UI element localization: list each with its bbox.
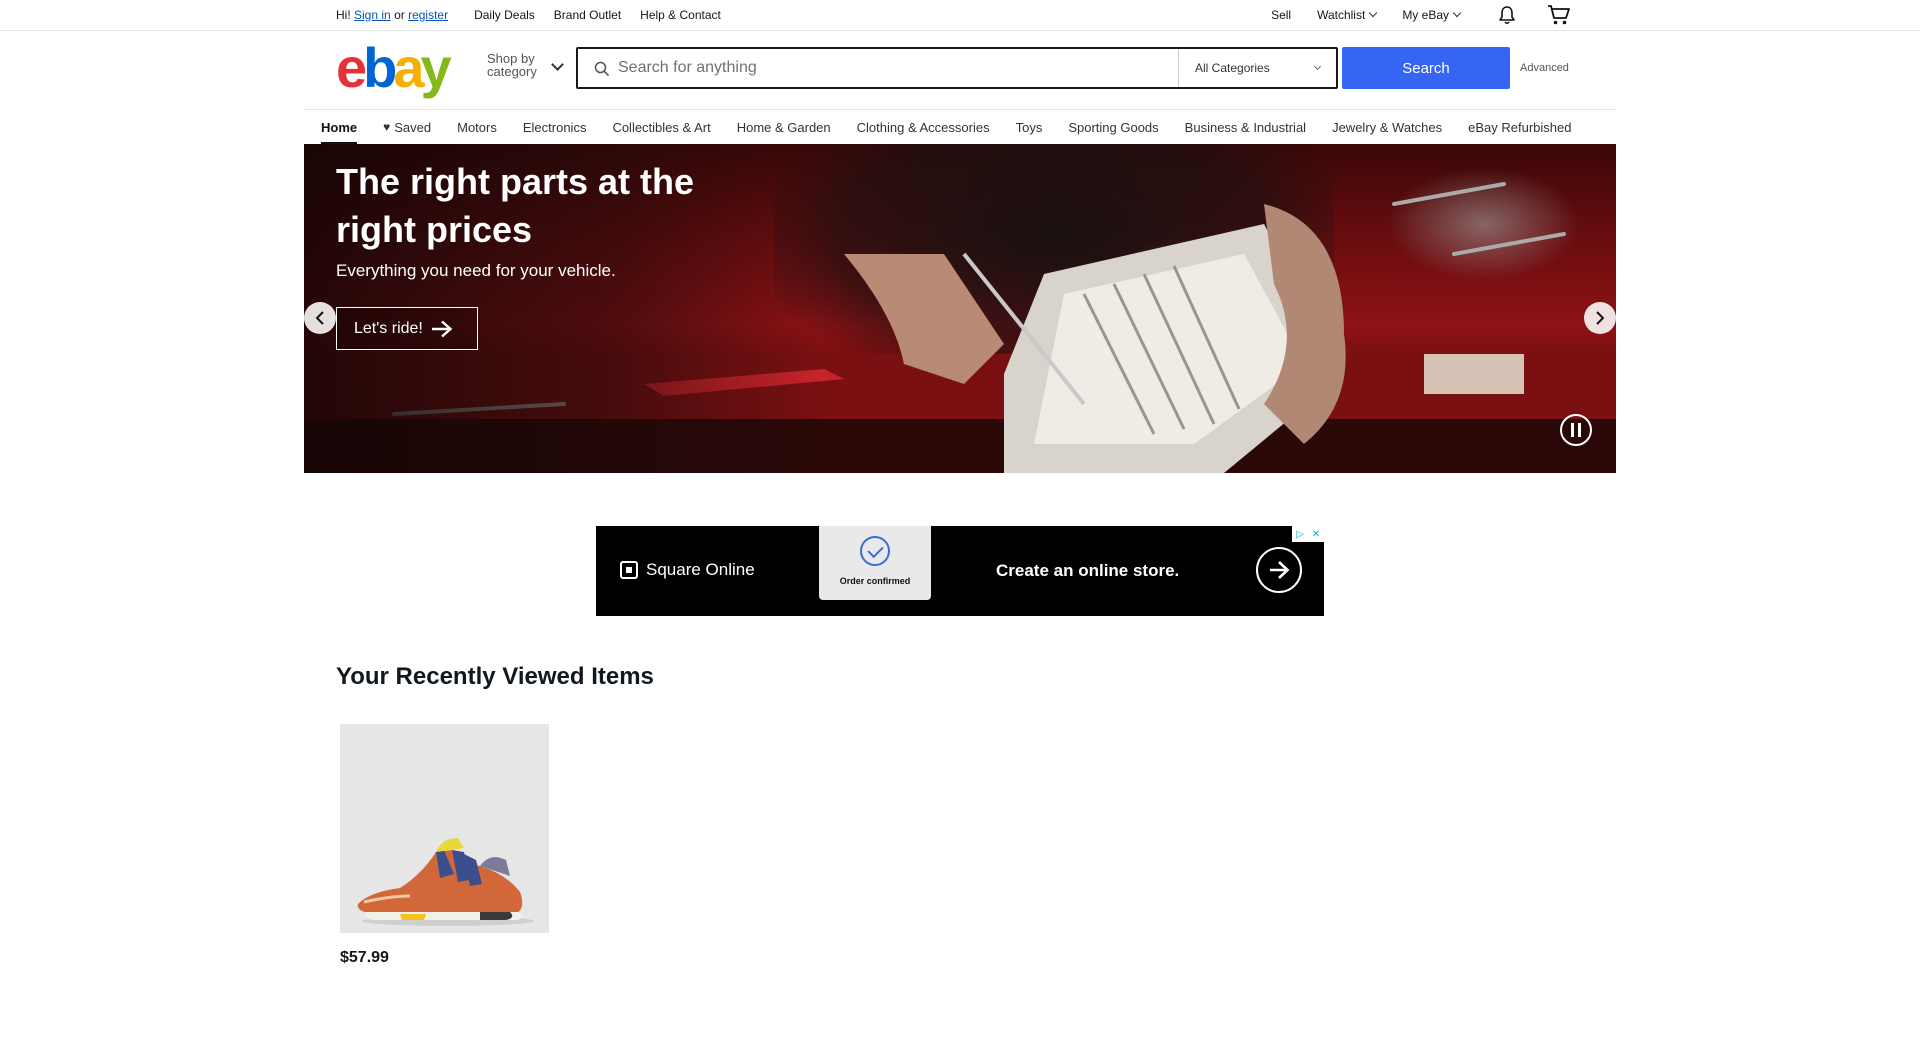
pause-icon-bar [1571,423,1574,437]
greeting-text: Hi! [336,8,351,22]
top-utility-right: Sell Watchlist My eBay [1245,2,1572,28]
top-utility-left: Hi! Sign in or register Daily Deals Bran… [336,8,721,22]
nav-item-motors[interactable]: Motors [457,110,497,144]
category-select-value: All Categories [1195,61,1270,75]
carousel-prev-button[interactable] [304,302,336,334]
carousel-pause-button[interactable] [1560,414,1592,446]
heart-icon: ♥ [383,120,391,134]
nav-item-business-industrial[interactable]: Business & Industrial [1185,110,1306,144]
square-logo-icon [620,561,638,579]
recently-viewed-item[interactable]: $57.99 [340,724,549,967]
nav-item-clothing-accessories[interactable]: Clothing & Accessories [857,110,990,144]
brand-outlet-link[interactable]: Brand Outlet [554,8,621,22]
ad-arrow-button[interactable] [1256,547,1302,593]
my-ebay-menu[interactable]: My eBay [1402,8,1462,22]
cart-icon [1548,5,1570,25]
nav-item-electronics[interactable]: Electronics [523,110,587,144]
pause-icon-bar [1578,423,1581,437]
or-text: or [394,8,405,22]
category-select[interactable]: All Categories [1178,49,1336,87]
hero-cta-button[interactable]: Let's ride! [336,307,478,350]
help-contact-link[interactable]: Help & Contact [640,8,721,22]
nav-item-saved-label: Saved [394,119,432,135]
shop-by-category-button[interactable]: Shop by category [487,52,567,78]
main-header: e b a y Shop by category All Categories … [336,36,1572,99]
category-nav: Home ♥ Saved Motors Electronics Collecti… [303,109,1616,144]
nav-item-ebay-refurbished[interactable]: eBay Refurbished [1468,110,1571,144]
search-bar: All Categories [576,47,1338,89]
my-ebay-label: My eBay [1402,8,1449,22]
logo-letter-y: y [420,36,452,99]
daily-deals-link[interactable]: Daily Deals [474,8,535,22]
nav-item-home[interactable]: Home [321,110,358,144]
ad-brand-name: Square Online [646,560,755,579]
ebay-logo[interactable]: e b a y [336,36,452,99]
advertisement-banner[interactable]: Square Online Order confirmed Create an … [596,526,1324,616]
ad-card-text: Order confirmed [839,576,911,586]
hero-cta-label: Let's ride! [354,319,423,337]
watchlist-menu[interactable]: Watchlist [1317,8,1378,22]
hero-banner[interactable]: The right parts at the right prices Ever… [304,144,1616,473]
chevron-down-icon [1369,8,1378,18]
sell-link[interactable]: Sell [1271,8,1291,22]
search-icon [594,61,610,77]
nav-item-collectibles-art[interactable]: Collectibles & Art [612,110,710,144]
top-utility-inner: Hi! Sign in or register Daily Deals Bran… [336,0,1572,30]
nav-item-toys[interactable]: Toys [1016,110,1043,144]
ad-headline: Create an online store. [996,561,1180,580]
nav-item-saved[interactable]: ♥ Saved [383,110,431,144]
recently-viewed-item-image[interactable] [340,724,549,933]
logo-letter-a: a [393,36,424,99]
nav-item-home-garden[interactable]: Home & Garden [737,110,831,144]
adchoices-icon[interactable]: ▷ [1292,526,1308,542]
sign-in-link[interactable]: Sign in [354,8,391,22]
chevron-right-icon [1596,311,1605,325]
nav-item-sporting-goods[interactable]: Sporting Goods [1068,110,1158,144]
recently-viewed-item-price: $57.99 [340,949,389,966]
carousel-next-button[interactable] [1584,302,1616,334]
ad-order-card: Order confirmed [819,526,931,600]
recently-viewed-title: Your Recently Viewed Items [336,663,654,690]
notifications-button[interactable] [1494,2,1520,28]
logo-letter-e: e [336,36,367,99]
hero-title: The right parts at the right prices [336,161,695,250]
watchlist-label: Watchlist [1317,8,1366,22]
logo-letter-b: b [363,36,397,99]
ad-brand: Square Online [620,560,755,580]
advanced-search-link[interactable]: Advanced [1520,62,1569,74]
sneaker-image [357,838,534,926]
chevron-down-icon [1452,8,1462,18]
chevron-left-icon [315,311,324,325]
register-link[interactable]: register [408,8,448,22]
top-utility-bar: Hi! Sign in or register Daily Deals Bran… [0,0,1920,31]
chevron-down-icon [1313,62,1322,71]
search-button[interactable]: Search [1342,47,1510,89]
arrow-right-icon [431,320,453,337]
hero-subtitle: Everything you need for your vehicle. [336,261,616,280]
search-input[interactable] [618,49,1178,87]
ad-choices[interactable]: ▷ ✕ [1292,526,1324,542]
check-circle-icon [860,536,890,566]
nav-item-jewelry-watches[interactable]: Jewelry & Watches [1332,110,1442,144]
bell-icon [1499,6,1515,25]
arrow-right-icon [1270,561,1290,579]
cart-button[interactable] [1546,2,1572,28]
close-icon[interactable]: ✕ [1308,526,1324,542]
